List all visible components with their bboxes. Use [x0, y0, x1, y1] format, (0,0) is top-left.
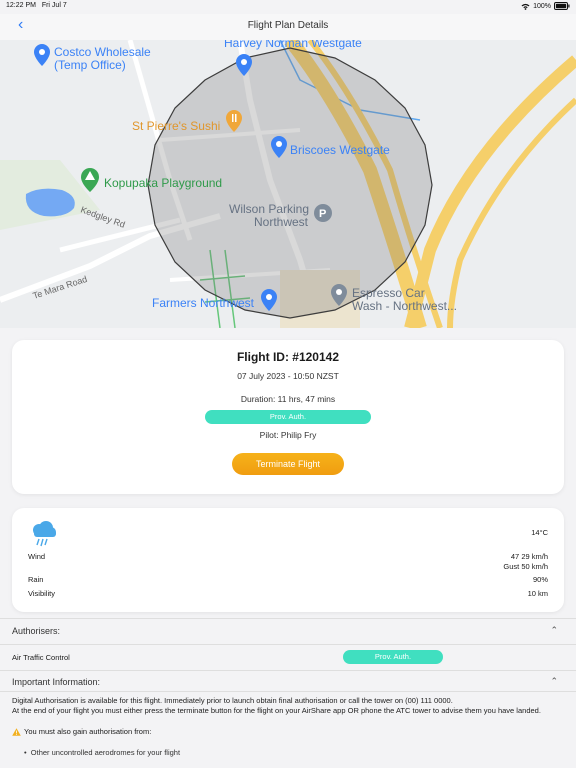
weather-card: 14°C Wind 47 29 km/h Gust 50 km/h Rain 9…: [12, 508, 564, 612]
info-paragraph: At the end of your flight you must eithe…: [12, 705, 541, 715]
battery-percent: 100%: [533, 2, 551, 10]
flight-pilot: Pilot: Philip Fry: [259, 430, 317, 440]
map-label-costco-sub: (Temp Office): [54, 58, 126, 72]
warning-text: You must also gain authorisation from:: [24, 727, 152, 736]
bullet-text: Other uncontrolled aerodromes for your f…: [30, 748, 181, 757]
wind-value: 47 29 km/h Gust 50 km/h: [503, 552, 548, 572]
clock-text: 12:22 PM: [6, 2, 36, 9]
map-label-sushi: St Pierre's Sushi: [132, 119, 220, 133]
wind-gust: Gust 50 km/h: [503, 562, 548, 571]
map-canvas[interactable]: P Costco Wholesale (Temp Office) Harvey …: [0, 40, 576, 328]
wind-label: Wind: [28, 552, 46, 561]
bullet-dot: •: [24, 748, 31, 757]
warning-icon: [12, 727, 21, 736]
nav-bar: ‹ Flight Plan Details: [0, 14, 576, 41]
wifi-icon: [521, 3, 530, 10]
rain-value: 90%: [532, 575, 548, 584]
info-paragraph: Digital Authorisation is available for t…: [12, 696, 453, 705]
svg-text:P: P: [319, 208, 326, 220]
important-text: Digital Authorisation is available for t…: [12, 696, 564, 715]
map-label-harvey: Harvey Norman Westgate: [224, 40, 362, 50]
temperature-value: 14°C: [531, 528, 548, 537]
divider: [0, 644, 576, 645]
flight-id: Flight ID: #120142: [236, 350, 340, 364]
map-label-costco: Costco Wholesale: [54, 45, 151, 59]
flight-details-card: Flight ID: #120142 07 July 2023 - 10:50 …: [12, 340, 564, 494]
map-label-espresso: Espresso Car: [352, 286, 425, 300]
list-item: • Other uncontrolled aerodromes for your…: [24, 748, 180, 757]
parking-pin-icon[interactable]: P: [314, 204, 332, 222]
chevron-up-icon[interactable]: ⌃: [550, 625, 558, 636]
map-label-kopupaka: Kopupaka Playground: [104, 176, 222, 190]
rain-cloud-icon: [33, 521, 56, 547]
rain-label: Rain: [28, 575, 44, 584]
authorisers-heading[interactable]: Authorisers:: [12, 626, 60, 636]
flight-duration: Duration: 11 hrs, 47 mins: [240, 394, 336, 404]
authoriser-status-badge: Prov. Auth.: [343, 650, 443, 664]
flight-map[interactable]: P Costco Wholesale (Temp Office) Harvey …: [0, 40, 576, 328]
divider: [0, 670, 576, 671]
divider: [0, 618, 576, 619]
wind-speed: 47 29 km/h: [510, 552, 548, 561]
warning-line: You must also gain authorisation from:: [12, 727, 151, 736]
visibility-label: Visibility: [28, 589, 55, 598]
status-time: 12:22 PM Fri Jul 7: [6, 2, 67, 9]
map-label-wilson-sub: Northwest: [254, 215, 309, 229]
status-right: 100%: [521, 2, 570, 10]
date-text: Fri Jul 7: [41, 2, 67, 9]
flight-date: 07 July 2023 - 10:50 NZST: [237, 371, 339, 381]
status-badge: Prov. Auth.: [205, 410, 371, 424]
map-label-farmers: Farmers Northwest: [152, 296, 255, 310]
authoriser-name: Air Traffic Control: [12, 653, 70, 662]
map-label-briscoes: Briscoes Westgate: [290, 143, 390, 157]
page-title: Flight Plan Details: [247, 20, 329, 31]
terminate-flight-button[interactable]: Terminate Flight: [232, 453, 344, 475]
divider: [0, 691, 576, 692]
important-heading[interactable]: Important Information:: [12, 677, 100, 687]
chevron-up-icon[interactable]: ⌃: [550, 676, 558, 687]
map-label-espresso-sub: Wash - Northwest...: [352, 299, 457, 313]
battery-icon: [554, 2, 570, 10]
map-label-wilson: Wilson Parking: [229, 202, 309, 216]
status-bar: 12:22 PM Fri Jul 7 100%: [0, 0, 576, 14]
visibility-value: 10 km: [527, 589, 548, 598]
